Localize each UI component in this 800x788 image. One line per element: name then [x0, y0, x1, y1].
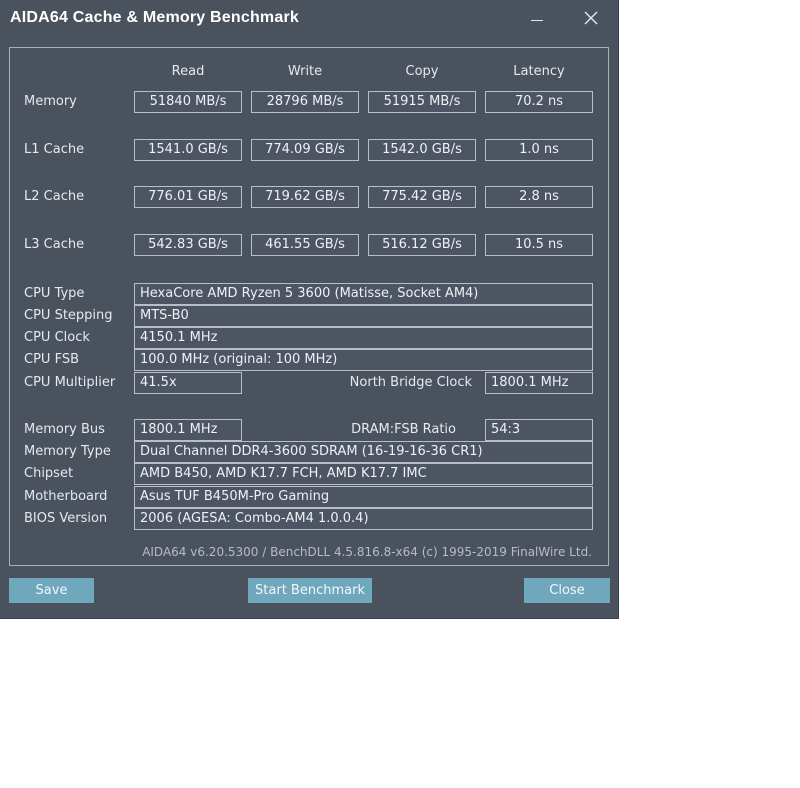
north-bridge-clock-value: 1800.1 MHz: [485, 372, 593, 394]
l3-write-value: 461.55 GB/s: [251, 234, 359, 256]
column-header-latency: Latency: [513, 64, 565, 79]
memory-latency-value: 70.2 ns: [485, 91, 593, 113]
l1-read-value: 1541.0 GB/s: [134, 139, 242, 161]
cpu-fsb-label: CPU FSB: [24, 352, 79, 367]
l1-write-value: 774.09 GB/s: [251, 139, 359, 161]
memory-bus-value: 1800.1 MHz: [134, 419, 242, 441]
memory-write-value: 28796 MB/s: [251, 91, 359, 113]
north-bridge-clock-label: North Bridge Clock: [349, 375, 472, 390]
l3-copy-value: 516.12 GB/s: [368, 234, 476, 256]
cpu-multiplier-value: 41.5x: [134, 372, 242, 394]
l3-read-value: 542.83 GB/s: [134, 234, 242, 256]
row-label-l3-cache: L3 Cache: [24, 237, 85, 252]
close-icon[interactable]: [576, 4, 606, 34]
l2-copy-value: 775.42 GB/s: [368, 186, 476, 208]
motherboard-label: Motherboard: [24, 489, 108, 504]
dram-fsb-ratio-value: 54:3: [485, 419, 593, 441]
l2-latency-value: 2.8 ns: [485, 186, 593, 208]
memory-type-label: Memory Type: [24, 444, 111, 459]
l2-write-value: 719.62 GB/s: [251, 186, 359, 208]
version-footer: AIDA64 v6.20.5300 / BenchDLL 4.5.816.8-x…: [142, 545, 592, 559]
l1-latency-value: 1.0 ns: [485, 139, 593, 161]
cpu-type-value: HexaCore AMD Ryzen 5 3600 (Matisse, Sock…: [134, 283, 593, 305]
chipset-value: AMD B450, AMD K17.7 FCH, AMD K17.7 IMC: [134, 463, 593, 485]
memory-bus-label: Memory Bus: [24, 422, 105, 437]
dram-fsb-ratio-label: DRAM:FSB Ratio: [351, 422, 456, 437]
bios-version-label: BIOS Version: [24, 511, 108, 526]
l3-latency-value: 10.5 ns: [485, 234, 593, 256]
cpu-clock-label: CPU Clock: [24, 330, 90, 345]
column-header-write: Write: [287, 64, 323, 79]
motherboard-value: Asus TUF B450M-Pro Gaming: [134, 486, 593, 508]
save-button[interactable]: Save: [9, 578, 94, 603]
bios-version-value: 2006 (AGESA: Combo-AM4 1.0.0.4): [134, 508, 593, 530]
l1-copy-value: 1542.0 GB/s: [368, 139, 476, 161]
cpu-type-label: CPU Type: [24, 286, 85, 301]
cpu-multiplier-label: CPU Multiplier: [24, 375, 116, 390]
minimize-icon[interactable]: [522, 4, 552, 34]
window-title: AIDA64 Cache & Memory Benchmark: [10, 9, 299, 26]
column-header-copy: Copy: [405, 64, 439, 79]
cpu-stepping-value: MTS-B0: [134, 305, 593, 327]
l2-read-value: 776.01 GB/s: [134, 186, 242, 208]
cpu-clock-value: 4150.1 MHz: [134, 327, 593, 349]
cpu-fsb-value: 100.0 MHz (original: 100 MHz): [134, 349, 593, 371]
memory-read-value: 51840 MB/s: [134, 91, 242, 113]
chipset-label: Chipset: [24, 466, 74, 481]
row-label-l2-cache: L2 Cache: [24, 189, 85, 204]
memory-type-value: Dual Channel DDR4-3600 SDRAM (16-19-16-3…: [134, 441, 593, 463]
row-label-l1-cache: L1 Cache: [24, 142, 85, 157]
cpu-stepping-label: CPU Stepping: [24, 308, 113, 323]
benchmark-window: AIDA64 Cache & Memory Benchmark Read Wri…: [0, 0, 619, 619]
row-label-memory: Memory: [24, 94, 77, 109]
start-benchmark-button[interactable]: Start Benchmark: [248, 578, 372, 603]
column-header-read: Read: [171, 64, 205, 79]
close-button[interactable]: Close: [524, 578, 610, 603]
memory-copy-value: 51915 MB/s: [368, 91, 476, 113]
title-bar: AIDA64 Cache & Memory Benchmark: [0, 0, 618, 40]
